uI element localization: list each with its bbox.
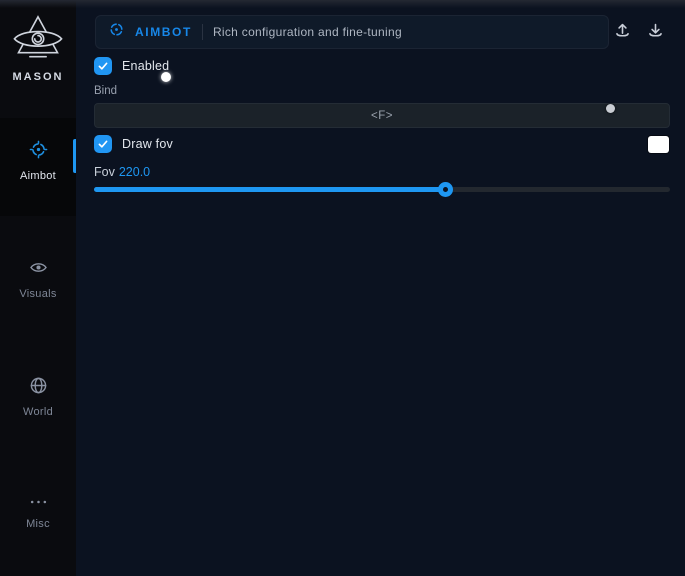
- logo-text: MASON: [13, 71, 64, 83]
- fov-value: 220.0: [119, 165, 150, 179]
- sidebar-item-label: Misc: [26, 518, 50, 530]
- sidebar-item-label: World: [23, 406, 53, 418]
- ellipsis-icon: [29, 494, 48, 512]
- bind-key-value: <F>: [371, 110, 393, 122]
- download-config-button[interactable]: [641, 18, 669, 46]
- sidebar-item-aimbot[interactable]: Aimbot: [0, 140, 76, 182]
- fov-slider-fill: [94, 187, 445, 192]
- mason-window: MASON Aimbot Visuals: [0, 0, 685, 576]
- header-divider: [202, 24, 203, 40]
- sidebar-item-label: Aimbot: [20, 170, 56, 182]
- fov-label-text: Fov: [94, 165, 115, 179]
- fov-label: Fov 220.0: [94, 165, 150, 179]
- fov-slider-handle[interactable]: [438, 182, 453, 197]
- sidebar: MASON Aimbot Visuals: [0, 0, 76, 576]
- sidebar-item-visuals[interactable]: Visuals: [0, 258, 76, 300]
- mason-logo: MASON: [0, 14, 76, 83]
- pyramid-eye-logo-icon: [12, 14, 64, 67]
- fov-color-swatch[interactable]: [648, 136, 669, 153]
- main-panel: AIMBOT Rich configuration and fine-tunin…: [76, 0, 685, 576]
- draw-fov-checkbox[interactable]: [94, 135, 112, 153]
- sidebar-item-label: Visuals: [19, 288, 56, 300]
- draw-fov-label: Draw fov: [122, 137, 173, 151]
- enabled-label: Enabled: [122, 59, 169, 73]
- page-header: AIMBOT Rich configuration and fine-tunin…: [95, 15, 609, 49]
- enabled-checkbox[interactable]: [94, 57, 112, 75]
- bind-label: Bind: [94, 85, 117, 97]
- sidebar-item-world[interactable]: World: [0, 376, 76, 418]
- crosshair-icon: [108, 21, 125, 43]
- download-icon: [647, 22, 664, 42]
- eye-icon: [29, 258, 48, 282]
- bind-key-field[interactable]: <F>: [94, 103, 670, 128]
- page-subtitle: Rich configuration and fine-tuning: [213, 25, 402, 39]
- fov-slider[interactable]: [94, 187, 670, 192]
- crosshair-icon: [29, 140, 48, 164]
- upload-icon: [614, 22, 631, 42]
- globe-icon: [29, 376, 48, 400]
- draw-fov-row: Draw fov: [94, 135, 173, 153]
- page-title: AIMBOT: [135, 25, 192, 39]
- upload-config-button[interactable]: [608, 18, 636, 46]
- sidebar-item-misc[interactable]: Misc: [0, 494, 76, 530]
- enabled-row: Enabled: [94, 57, 169, 75]
